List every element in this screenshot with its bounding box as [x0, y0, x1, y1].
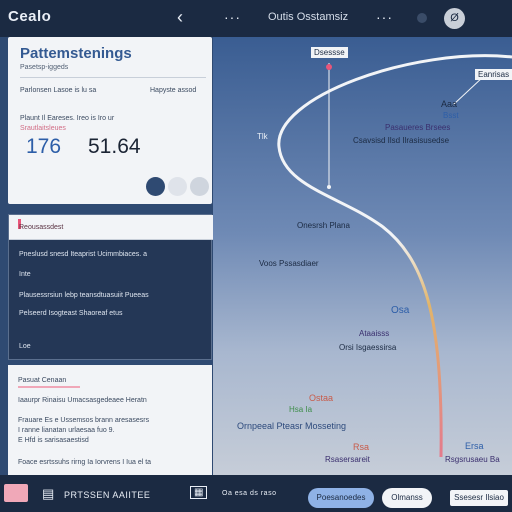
divider: [20, 77, 206, 78]
more-menu-icon[interactable]: ···: [224, 9, 241, 25]
meta-right: Hapyste assod: [150, 87, 197, 94]
secondary-value: 51.64: [88, 135, 141, 158]
status-dot: [417, 13, 427, 23]
callout-line: [452, 76, 484, 106]
primary-button[interactable]: Poesanoedes: [308, 488, 374, 508]
swatch-light[interactable]: [168, 177, 187, 196]
window-title: Outis Osstamsiz: [268, 11, 349, 23]
map-label: Rsasersareit: [325, 455, 370, 464]
map-label: Voos Pssasdiaer: [259, 259, 319, 268]
details-line: Plausessrsiun lebp teansdtuasuiit Pueeas: [19, 292, 149, 299]
map-label: Hsa Ia: [289, 405, 313, 414]
notes-line: I ranne lianatan urlaesaa fuo 9.: [18, 427, 115, 434]
map-label: Orsi Isgaessirsa: [339, 343, 397, 352]
map-label: Rsa: [353, 442, 370, 452]
app-title[interactable]: Cealo: [8, 8, 51, 25]
map-view[interactable]: Dsessse Eanrisas Aaa Bsst Pasaueres Brse…: [213, 37, 512, 475]
notes-line: E Hfd is sarisasaestisd: [18, 437, 89, 444]
notes-highlight: [18, 386, 80, 388]
swatch-dark[interactable]: [146, 177, 165, 196]
summary-panel: Pattemstenings Pasetsp-iggeds Parlonsen …: [8, 37, 212, 204]
details-line: Pelseerd Isogteast Shaoreaf etus: [19, 310, 123, 317]
footer-small-text: Oa esa ds raso: [222, 490, 277, 497]
notes-line: Iaaurpr Rinaisu Umacsasgedeaee Heratn: [18, 397, 147, 404]
document-icon[interactable]: ▤: [42, 486, 54, 502]
image-icon[interactable]: [4, 484, 28, 502]
footer-label: PRTSSEN AAIITEE: [64, 490, 151, 500]
notes-panel: Pasuat Cenaan Iaaurpr Rinaisu Umacsasged…: [8, 365, 212, 475]
primary-value: 176: [26, 135, 62, 158]
tab-details[interactable]: Reousassdest: [9, 215, 213, 240]
map-label: Ersa: [465, 441, 484, 451]
map-label: Tlk: [257, 132, 268, 141]
map-label: Ataaisss: [359, 329, 390, 338]
more-menu-icon-2[interactable]: ···: [376, 9, 393, 25]
panel-heading: Pattemstenings: [20, 45, 132, 62]
map-label: Pasaueres Brsees: [385, 123, 451, 132]
map-label: Ostaa: [309, 393, 334, 403]
panel-subheading: Pasetsp-iggeds: [20, 64, 69, 71]
map-label[interactable]: Eanrisas: [475, 69, 512, 80]
notes-line: Foace esrtssuhs rirng Ia Iorvrens I Iua …: [18, 459, 152, 466]
details-line: Inte: [19, 271, 31, 278]
meta-line: Plaunt Il Eareses. Ireo is Iro ur: [20, 115, 115, 122]
calendar-icon[interactable]: ▦: [190, 486, 208, 499]
map-label: Osa: [391, 305, 410, 316]
details-panel: Reousassdest Pneslusd snesd Iteaprist Uc…: [8, 214, 213, 360]
route-svg: [277, 54, 512, 458]
map-label: Aaa: [441, 99, 458, 109]
tab-label: Reousassdest: [19, 224, 64, 231]
meta-left: Parlonsen Lasoe is lu sa: [20, 87, 97, 94]
map-label: Rsgsrusaeu Ba: [445, 455, 500, 464]
secondary-button[interactable]: Olmanss: [382, 488, 432, 508]
notes-title: Pasuat Cenaan: [18, 377, 67, 384]
notes-line: Frauare Es e Ussemsos brann aresasesrs: [18, 417, 150, 424]
map-label[interactable]: Dsessse: [311, 47, 348, 58]
pin-top: [326, 64, 332, 70]
meta-pink: Srautlaitsleues: [20, 125, 66, 132]
details-line: Pneslusd snesd Iteaprist Ucimmbiaces. a: [19, 251, 147, 258]
map-label: Csavsisd Ilsd Ilrasisusedse: [353, 136, 450, 145]
top-bar: Cealo ‹ ··· Outis Osstamsiz ··· Ø: [0, 0, 512, 37]
details-line: Loe: [19, 343, 31, 350]
chevron-left-icon[interactable]: ‹: [177, 7, 183, 28]
bottom-bar: ▤ PRTSSEN AAIITEE ▦ Oa esa ds raso Poesa…: [0, 475, 512, 512]
map-label: Onesrsh Plana: [297, 221, 350, 230]
swatch-grey[interactable]: [190, 177, 209, 196]
action-chip[interactable]: Ssesesr Ilsiao: [450, 490, 508, 506]
map-label: Ornpeeal Pteasr Mosseting: [237, 421, 347, 431]
map-label: Bsst: [443, 111, 459, 120]
avatar[interactable]: Ø: [444, 8, 465, 29]
pin-bottom: [327, 185, 331, 189]
